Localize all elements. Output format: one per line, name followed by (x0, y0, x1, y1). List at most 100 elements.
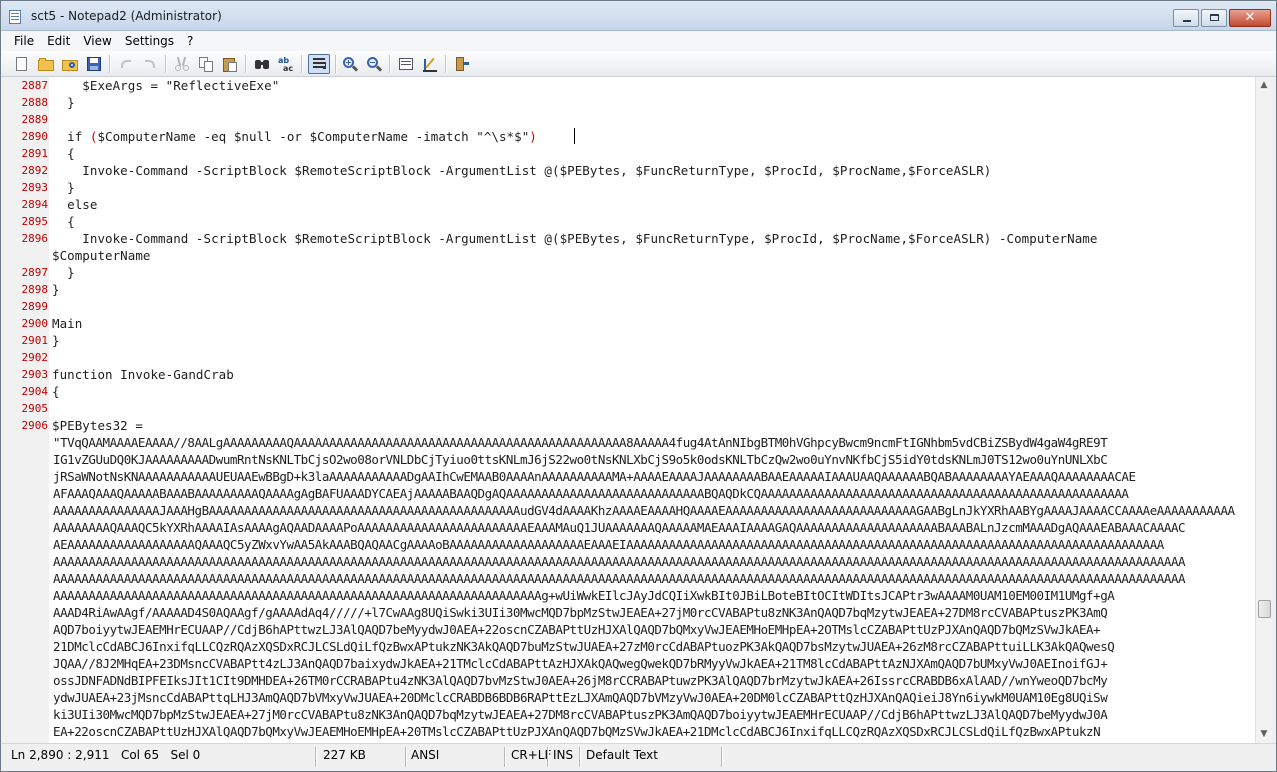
exit-icon[interactable] (453, 55, 471, 73)
matched-brace: ) (529, 129, 537, 144)
code-line: $PEBytes32 = (52, 418, 143, 433)
line-number: 2890 (21, 130, 49, 143)
find-icon[interactable] (253, 55, 271, 73)
menu-view[interactable]: View (76, 34, 117, 48)
word-wrap-icon[interactable] (308, 54, 330, 74)
code-line: AAAAAAAAAAAAAAAJAAAHgBAAAAAAAAAAAAAAAAAA… (53, 503, 1235, 518)
code-line: } (52, 282, 60, 297)
status-scheme[interactable]: Default Text (582, 744, 658, 771)
title-bar[interactable]: sct5 - Notepad2 (Administrator) ✕ (1, 1, 1276, 31)
text-editor[interactable]: 2887 $ExeArgs = "ReflectiveExe" 2888 } 288… (7, 77, 1255, 743)
matched-brace: ( (89, 129, 98, 144)
code-line: $ComputerName (52, 248, 151, 263)
code-line: "TVqQAAMAAAAEAAAA//8AALgAAAAAAAAAQAAAAAA… (53, 435, 1108, 450)
customize-scheme-icon[interactable] (421, 55, 439, 73)
toolbar: ab ac (1, 51, 1276, 77)
code-line: AAAD4RiAwAAgf/AAAAAD4S0AQAAgf/gAAAAdAq4/… (53, 605, 1108, 620)
code-line: else (52, 197, 98, 212)
window-title: sct5 - Notepad2 (Administrator) (31, 9, 222, 23)
save-icon[interactable] (85, 55, 103, 73)
line-number: 2897 (21, 266, 49, 279)
code-line: } (52, 180, 75, 195)
new-file-icon[interactable] (13, 55, 31, 73)
notepad-app-icon[interactable] (9, 10, 21, 24)
line-number: 2895 (21, 215, 49, 228)
code-line: AAAAAAAAQAAAQC5kYXRhAAAAIAsAAAAgAQAADAAA… (53, 520, 1186, 535)
toolbar-separator (335, 55, 337, 73)
status-encoding[interactable]: ANSI (407, 744, 439, 771)
code-line: function Invoke-GandCrab (52, 367, 234, 382)
code-line: AAAAAAAAAAAAAAAAAAAAAAAAAAAAAAAAAAAAAAAA… (53, 588, 1115, 603)
line-number: 2900 (21, 317, 49, 330)
replace-icon[interactable]: ab ac (277, 55, 295, 73)
status-column: Col 65 (120, 748, 160, 762)
code-line: Invoke-Command -ScriptBlock $RemoteScrip… (52, 231, 1098, 246)
open-file-icon[interactable] (37, 55, 55, 73)
menu-file[interactable]: File (7, 34, 40, 48)
code-line: jRSaWNotNsKNAAAAAAAAAAAUEUAAEwBBgD+k3laA… (53, 469, 1136, 484)
scroll-up-icon[interactable]: ▲ (1256, 77, 1272, 94)
minimize-icon (1183, 20, 1191, 22)
close-button[interactable]: ✕ (1229, 9, 1271, 27)
status-line: Ln 2,890 : 2,911 (11, 748, 110, 762)
line-number: 2899 (21, 300, 49, 313)
code-line: AEAAAAAAAAAAAAAAAAAAQAAAQC5yZWxvYwAA5AkA… (53, 537, 1164, 552)
vertical-scrollbar[interactable]: ▲ ▼ (1255, 77, 1272, 743)
code-line: { (52, 214, 75, 229)
code-line: ossJDNFADNdBIPFEIksJIt1CIt9DMHDEA+26TM0r… (53, 673, 1108, 688)
copy-icon[interactable] (197, 55, 215, 73)
redo-icon[interactable] (141, 55, 159, 73)
line-number: 2893 (21, 181, 49, 194)
toolbar-separator (165, 55, 167, 73)
notepad2-window: sct5 - Notepad2 (Administrator) ✕ File E… (0, 0, 1277, 772)
code-line: } (52, 95, 75, 110)
code-line: ki3UIi30MwcMQD7bpMzStwJEAEA+27jM0rcCVABA… (53, 707, 1108, 722)
status-position[interactable]: Ln 2,890 : 2,911 Col 65 Sel 0 (7, 744, 200, 771)
code-line: } (52, 333, 60, 348)
status-bar: Ln 2,890 : 2,911 Col 65 Sel 0 227 KB ANS… (1, 743, 1276, 771)
line-number: 2902 (21, 351, 49, 364)
status-line-endings[interactable]: CR+LF (507, 744, 551, 771)
code-line: if ($ComputerName -eq $null -or $Compute… (52, 129, 537, 144)
code-line: IG1vZGUuDQ0KJAAAAAAAAADwumRntNsKNLTbCjsO… (53, 452, 1108, 467)
status-insert-mode[interactable]: INS (549, 744, 573, 771)
status-divider (721, 747, 723, 767)
code-line: JQAA//8J2MHqEA+23DMsncCVABAPtt4zLJ3AnQAQ… (53, 656, 1108, 671)
line-number: 2894 (21, 198, 49, 211)
cut-icon[interactable] (173, 55, 191, 73)
maximize-button[interactable] (1201, 9, 1227, 27)
status-selection: Sel 0 (170, 748, 201, 762)
menu-settings[interactable]: Settings (118, 34, 180, 48)
line-number: 2888 (21, 96, 49, 109)
code-line: Invoke-Command -ScriptBlock $RemoteScrip… (52, 163, 992, 178)
code-line: { (52, 146, 75, 161)
menu-edit[interactable]: Edit (40, 34, 76, 48)
line-number: 2904 (21, 385, 49, 398)
undo-icon[interactable] (117, 55, 135, 73)
code-line: EA+22oscnCZABAPttUzHJXAlQAQD7bQMxyVwJEAE… (53, 724, 1101, 739)
minimize-button[interactable] (1173, 9, 1199, 27)
code-line: ydwJUAEA+23jMsncCdABAPttqLHJ3AmQAQD7bVMx… (53, 690, 1108, 705)
scheme-icon[interactable] (397, 55, 415, 73)
line-number: 2896 (21, 232, 49, 245)
zoom-out-icon[interactable] (365, 55, 383, 73)
code-line: Main (52, 316, 83, 331)
toolbar-separator (389, 55, 391, 73)
status-divider (315, 747, 317, 767)
status-size: 227 KB (323, 748, 366, 762)
code-line: AFAAAQAAAQAAAAABAAABAAAAAAAAAQAAAAgAgBAF… (53, 486, 1129, 501)
line-number: 2905 (21, 402, 49, 415)
line-number: 2903 (21, 368, 49, 381)
line-number: 2901 (21, 334, 49, 347)
menu-help[interactable]: ? (180, 34, 199, 48)
scrollbar-thumb[interactable] (1258, 600, 1271, 618)
code-line: 21DMclcCdABCJ6InxifqLLCQzRQAzXQSDxRCJLCS… (53, 639, 1115, 654)
scroll-down-icon[interactable]: ▼ (1256, 726, 1272, 743)
browse-icon[interactable] (61, 55, 79, 73)
status-divider (504, 747, 506, 767)
toolbar-separator (301, 55, 303, 73)
paste-icon[interactable] (221, 55, 239, 73)
toolbar-separator (245, 55, 247, 73)
zoom-in-icon[interactable] (341, 55, 359, 73)
gutter-margin (49, 77, 50, 743)
